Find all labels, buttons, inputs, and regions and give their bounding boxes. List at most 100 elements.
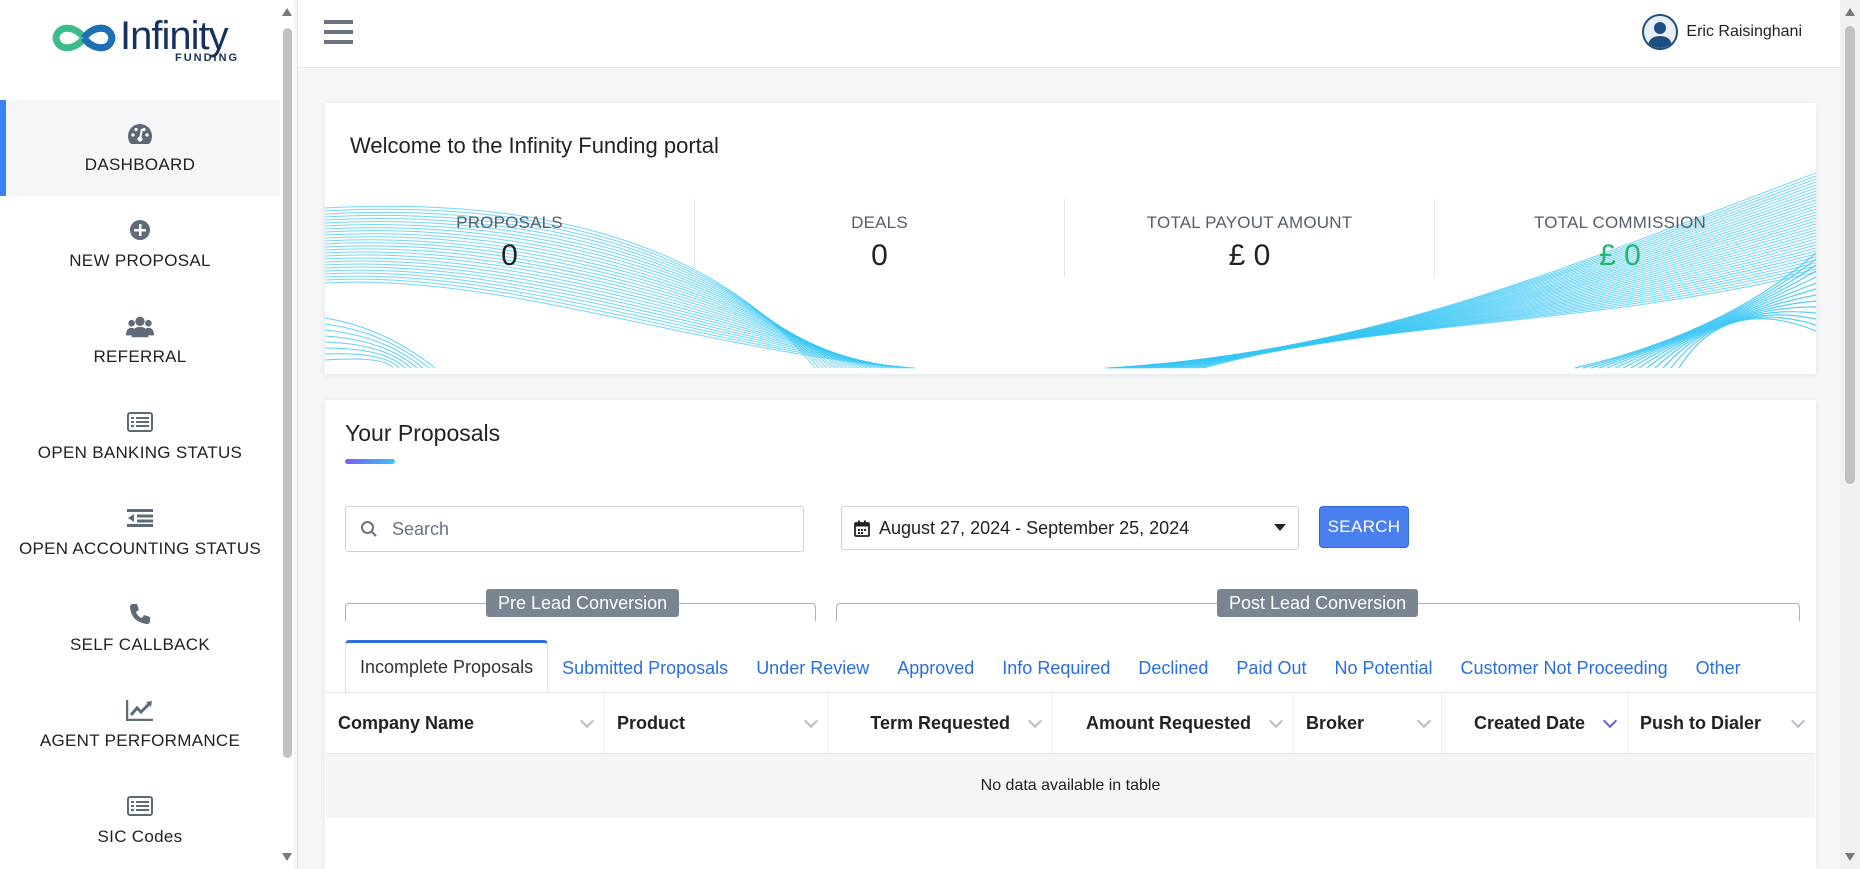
list-alt-icon <box>126 409 154 435</box>
caret-down-icon <box>1274 524 1286 531</box>
tab-customer-not-proceeding[interactable]: Customer Not Proceeding <box>1447 644 1682 692</box>
proposals-card: Your Proposals August 27, 2024 - Septemb… <box>325 400 1816 869</box>
table-header: Company Name Product Term Requested Amou… <box>326 692 1815 754</box>
sidebar-item-agent-performance[interactable]: AGENT PERFORMANCE <box>0 676 280 772</box>
user-name: Eric Raisinghani <box>1686 23 1802 40</box>
sidebar-item-label: NEW PROPOSAL <box>69 251 211 270</box>
sidebar-item-sic-codes[interactable]: SIC Codes <box>0 772 280 868</box>
main-scroll-thumb[interactable] <box>1845 26 1855 484</box>
column-amount-requested[interactable]: Amount Requested <box>1053 693 1294 753</box>
plus-circle-icon <box>126 217 154 243</box>
stats-row: PROPOSALS 0 DEALS 0 TOTAL PAYOUT AMOUNT … <box>325 199 1816 277</box>
proposals-title: Your Proposals <box>345 420 501 446</box>
post-lead-conversion-label: Post Lead Conversion <box>1217 589 1419 617</box>
search-input[interactable] <box>392 518 772 540</box>
stat-label: PROPOSALS <box>456 213 563 232</box>
hamburger-menu-icon[interactable] <box>324 20 354 46</box>
sidebar-item-referral[interactable]: REFERRAL <box>0 292 280 388</box>
sort-chevron-icon <box>579 713 595 729</box>
scroll-up-arrow-icon[interactable] <box>282 8 292 16</box>
sidebar: Infinity FUNDING DASHBOARD NEW PROPOSAL … <box>0 0 280 869</box>
sort-chevron-icon <box>1790 713 1806 729</box>
stat-value: £ 0 <box>1228 239 1271 272</box>
column-company-name[interactable]: Company Name <box>326 693 605 753</box>
list-alt-icon <box>126 793 154 819</box>
sidebar-item-new-proposal[interactable]: NEW PROPOSAL <box>0 196 280 292</box>
stat-label: TOTAL COMMISSION <box>1534 213 1706 232</box>
sidebar-item-label: REFERRAL <box>93 347 187 366</box>
sort-chevron-icon <box>1602 713 1618 729</box>
tab-incomplete-proposals[interactable]: Incomplete Proposals <box>345 640 549 692</box>
sidebar-item-dashboard[interactable]: DASHBOARD <box>0 100 280 196</box>
tab-info-required[interactable]: Info Required <box>988 644 1124 692</box>
column-product[interactable]: Product <box>605 693 829 753</box>
chart-line-icon <box>126 697 154 723</box>
stat-label: TOTAL PAYOUT AMOUNT <box>1146 213 1353 232</box>
column-label: Broker <box>1306 712 1365 733</box>
sidebar-item-open-banking-status[interactable]: OPEN BANKING STATUS <box>0 388 280 484</box>
infinity-funding-logo[interactable]: Infinity FUNDING <box>48 14 237 68</box>
pre-lead-conversion-label: Pre Lead Conversion <box>486 589 680 617</box>
post-lead-conversion-group: Post Lead Conversion <box>836 589 1800 621</box>
sort-chevron-icon <box>1268 713 1284 729</box>
sidebar-scrollbar[interactable] <box>280 0 294 869</box>
sidebar-item-label: AGENT PERFORMANCE <box>39 731 241 750</box>
user-menu[interactable]: Eric Raisinghani <box>1642 14 1802 50</box>
sort-chevron-icon <box>1027 713 1043 729</box>
date-range-value: August 27, 2024 - September 25, 2024 <box>879 517 1190 538</box>
scroll-down-arrow-icon[interactable] <box>282 853 292 861</box>
column-push-to-dialer[interactable]: Push to Dialer <box>1628 693 1815 753</box>
phone-icon <box>126 601 154 627</box>
calendar-icon <box>854 520 870 537</box>
stat-value: 0 <box>501 239 518 272</box>
sidebar-divider <box>297 0 298 869</box>
sort-chevron-icon <box>803 713 819 729</box>
tab-no-potential[interactable]: No Potential <box>1320 644 1446 692</box>
column-label: Created Date <box>1473 712 1585 733</box>
proposals-table: Company Name Product Term Requested Amou… <box>326 692 1815 818</box>
empty-table-message: No data available in table <box>326 754 1815 818</box>
column-broker[interactable]: Broker <box>1294 693 1442 753</box>
search-field[interactable] <box>345 506 804 552</box>
column-created-date[interactable]: Created Date <box>1442 693 1628 753</box>
sidebar-item-label: OPEN BANKING STATUS <box>37 443 243 462</box>
scroll-up-arrow-icon[interactable] <box>1845 8 1855 16</box>
tab-paid-out[interactable]: Paid Out <box>1222 644 1320 692</box>
main-scrollbar[interactable] <box>1840 0 1860 869</box>
column-term-requested[interactable]: Term Requested <box>829 693 1053 753</box>
brand-sub: FUNDING <box>175 52 240 64</box>
avatar <box>1642 14 1679 50</box>
search-button[interactable]: SEARCH <box>1319 506 1409 548</box>
sidebar-item-self-callback[interactable]: SELF CALLBACK <box>0 580 280 676</box>
tab-declined[interactable]: Declined <box>1124 644 1222 692</box>
sidebar-item-label: SIC Codes <box>97 827 183 846</box>
sidebar-nav: DASHBOARD NEW PROPOSAL REFERRAL OPEN BAN… <box>0 100 280 868</box>
proposal-tabs: Incomplete Proposals Submitted Proposals… <box>345 640 1755 692</box>
tab-other[interactable]: Other <box>1682 644 1755 692</box>
stat-value: 0 <box>871 239 888 272</box>
scroll-down-arrow-icon[interactable] <box>1845 853 1855 861</box>
sidebar-scroll-thumb[interactable] <box>283 28 292 758</box>
tab-under-review[interactable]: Under Review <box>742 644 883 692</box>
title-underline <box>345 459 395 464</box>
stat-label: DEALS <box>851 213 908 232</box>
column-label: Amount Requested <box>1085 712 1251 733</box>
sidebar-item-open-accounting-status[interactable]: OPEN ACCOUNTING STATUS <box>0 484 280 580</box>
dashboard-gauge-icon <box>126 121 154 147</box>
sidebar-item-label: SELF CALLBACK <box>70 635 210 654</box>
column-label: Term Requested <box>870 712 1010 733</box>
welcome-card: Welcome to the Infinity Funding portal P… <box>325 103 1816 374</box>
infinity-logo-icon <box>52 24 116 52</box>
column-label: Push to Dialer <box>1640 712 1762 733</box>
tab-approved[interactable]: Approved <box>883 644 988 692</box>
column-label: Product <box>617 712 686 733</box>
stat-deals: DEALS 0 <box>695 199 1065 277</box>
stat-total-commission: TOTAL COMMISSION £ 0 <box>1435 199 1805 277</box>
topbar: Eric Raisinghani <box>298 0 1840 68</box>
tab-submitted-proposals[interactable]: Submitted Proposals <box>548 644 742 692</box>
sidebar-item-label: DASHBOARD <box>84 155 196 174</box>
date-range-picker[interactable]: August 27, 2024 - September 25, 2024 <box>841 506 1299 550</box>
stat-total-payout: TOTAL PAYOUT AMOUNT £ 0 <box>1065 199 1435 277</box>
welcome-title: Welcome to the Infinity Funding portal <box>350 133 719 158</box>
sidebar-item-label: OPEN ACCOUNTING STATUS <box>18 539 262 558</box>
